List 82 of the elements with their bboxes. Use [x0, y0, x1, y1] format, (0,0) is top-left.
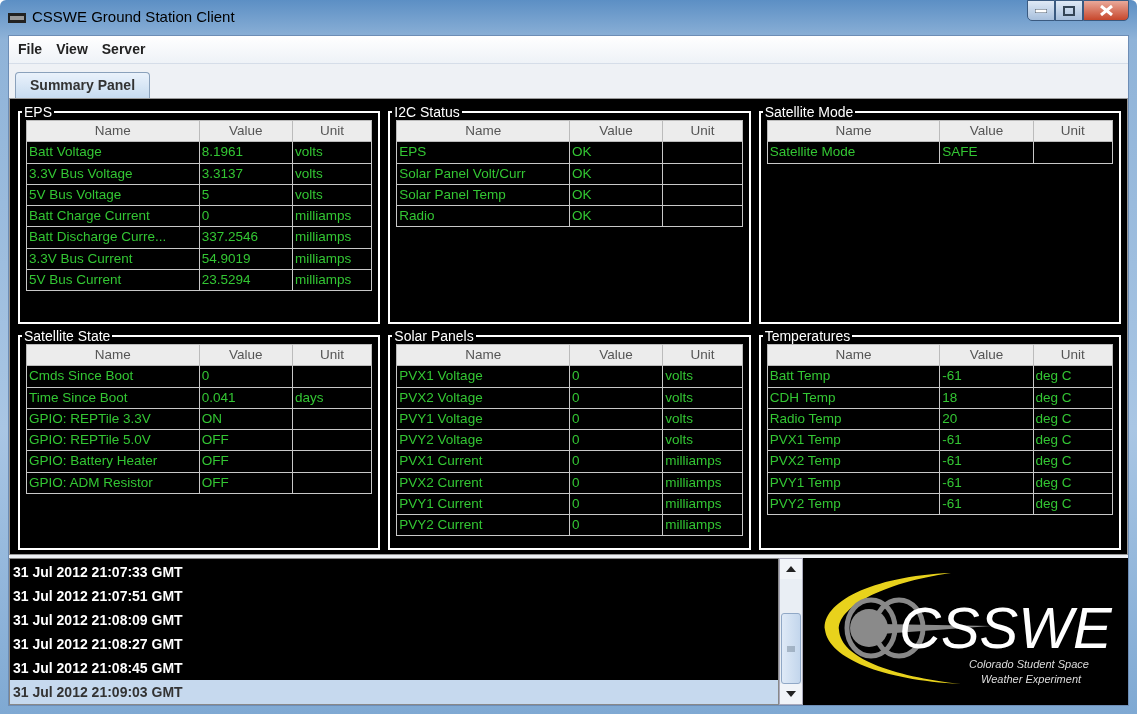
logo-wordmark: CSSWE [898, 595, 1112, 660]
log-entry[interactable]: 31 Jul 2012 21:08:45 GMT [10, 656, 778, 680]
table-cell: GPIO: REPTile 5.0V [26, 429, 200, 451]
menu-item[interactable]: File [11, 37, 50, 62]
table-cell: EPS [396, 141, 570, 163]
table-cell: PVY1 Voltage [396, 408, 570, 430]
panel-title: Solar Panels [393, 330, 475, 344]
scroll-down-icon[interactable] [786, 691, 796, 697]
app-icon [8, 12, 26, 23]
table-cell: GPIO: REPTile 3.3V [26, 408, 200, 430]
grip-icon [787, 645, 795, 652]
column-header[interactable]: Unit [662, 344, 743, 366]
maximize-icon [1063, 5, 1075, 16]
column-header[interactable]: Value [939, 344, 1034, 366]
column-header[interactable]: Value [199, 344, 293, 366]
panel-title: EPS [23, 106, 53, 120]
table-cell: PVX1 Current [396, 450, 570, 472]
column-header[interactable]: Unit [1033, 344, 1113, 366]
table-cell: Batt Discharge Curre... [26, 226, 200, 248]
table-cell: GPIO: ADM Resistor [26, 472, 200, 494]
table-cell: Batt Charge Current [26, 205, 200, 227]
column-header[interactable]: Name [26, 120, 200, 142]
maximize-button[interactable] [1055, 0, 1083, 21]
column-header[interactable]: Value [569, 344, 663, 366]
log-entry[interactable]: 31 Jul 2012 21:08:09 GMT [10, 608, 778, 632]
table-cell: Radio [396, 205, 570, 227]
scroll-up-icon[interactable] [786, 566, 796, 572]
minimize-button[interactable] [1027, 0, 1055, 21]
table-cell: GPIO: Battery Heater [26, 450, 200, 472]
table-cell: CDH Temp [767, 387, 940, 409]
table-cell: PVY1 Temp [767, 472, 940, 494]
table-cell: PVY2 Current [396, 514, 570, 536]
table-cell: PVX2 Voltage [396, 387, 570, 409]
minimize-icon [1035, 8, 1047, 13]
table-cell: Time Since Boot [26, 387, 200, 409]
logo-tagline: Weather Experiment [980, 673, 1081, 685]
column-header[interactable]: Value [569, 120, 663, 142]
table-cell: PVX2 Current [396, 472, 570, 494]
log-entry[interactable]: 31 Jul 2012 21:07:33 GMT [10, 560, 778, 584]
table-cell: PVY2 Temp [767, 493, 940, 515]
column-header[interactable]: Name [396, 120, 570, 142]
table-cell: PVY2 Voltage [396, 429, 570, 451]
table-cell: 5V Bus Current [26, 269, 200, 291]
column-header[interactable]: Unit [292, 344, 372, 366]
table-cell: Solar Panel Temp [396, 184, 570, 206]
table-cell: PVY1 Current [396, 493, 570, 515]
column-header[interactable]: Value [199, 120, 293, 142]
column-header[interactable]: Name [396, 344, 570, 366]
log-entry[interactable]: 31 Jul 2012 21:09:03 GMT [10, 680, 778, 704]
log-entry[interactable]: 31 Jul 2012 21:08:27 GMT [10, 632, 778, 656]
table-cell: 3.3V Bus Voltage [26, 163, 200, 185]
tab[interactable]: Summary Panel [15, 72, 151, 98]
column-header[interactable]: Name [767, 120, 940, 142]
scrollbar[interactable] [779, 558, 803, 705]
table-cell: 3.3V Bus Current [26, 248, 200, 270]
close-button[interactable] [1083, 0, 1129, 21]
column-header[interactable]: Unit [1033, 120, 1113, 142]
panel-title: Temperatures [763, 330, 852, 344]
column-header[interactable]: Name [767, 344, 940, 366]
column-header[interactable]: Name [26, 344, 200, 366]
table-cell: Batt Temp [767, 365, 940, 387]
table-cell: Radio Temp [767, 408, 940, 430]
table-cell: 5V Bus Voltage [26, 184, 200, 206]
panel-title: I2C Status [393, 106, 461, 120]
table-cell: Cmds Since Boot [26, 365, 200, 387]
column-header[interactable]: Unit [662, 120, 743, 142]
table-cell: PVX2 Temp [767, 450, 940, 472]
column-header[interactable]: Value [939, 120, 1034, 142]
window-title: CSSWE Ground Station Client [32, 7, 235, 28]
log-entry[interactable]: 31 Jul 2012 21:07:51 GMT [10, 584, 778, 608]
panel-title: Satellite State [23, 330, 112, 344]
panel-title: Satellite Mode [763, 106, 855, 120]
column-header[interactable]: Unit [292, 120, 372, 142]
menu-item[interactable]: Server [94, 37, 153, 62]
table-cell: PVX1 Temp [767, 429, 940, 451]
close-icon [1099, 5, 1113, 16]
table-cell: Satellite Mode [767, 141, 940, 163]
menu-item[interactable]: View [49, 37, 95, 62]
table-cell: Solar Panel Volt/Curr [396, 163, 570, 185]
logo-tagline: Colorado Student Space [968, 658, 1089, 670]
table-cell: PVX1 Voltage [396, 365, 570, 387]
table-cell: Batt Voltage [26, 141, 200, 163]
